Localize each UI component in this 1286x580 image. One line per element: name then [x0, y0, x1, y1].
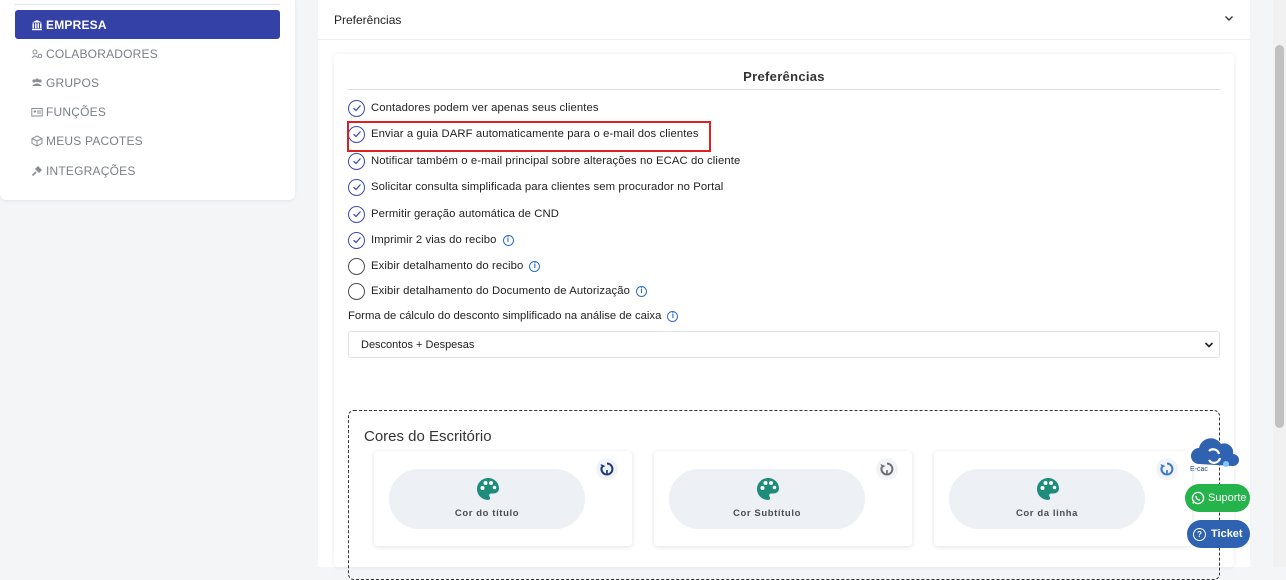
info-icon[interactable]: i — [636, 285, 648, 297]
checkbox-checked-icon[interactable] — [348, 231, 365, 249]
bank-icon — [30, 18, 43, 31]
checkbox-checked-icon[interactable] — [348, 99, 365, 117]
sidebar-item-colaboradores[interactable]: COLABORADORES — [15, 39, 280, 68]
suporte-label: Suporte — [1208, 492, 1247, 504]
sidebar-item-meus-pacotes[interactable]: MEUS PACOTES — [15, 126, 280, 155]
sidebar-item-label: MEUS PACOTES — [46, 133, 143, 148]
option-detalhamento-autorizacao[interactable]: Exibir detalhamento do Documento de Auto… — [348, 281, 648, 301]
panel-divider — [348, 89, 1220, 90]
sidebar-item-label: COLABORADORES — [46, 46, 158, 61]
color-card-title: Cor do título — [374, 451, 632, 546]
calc-method-label: Forma de cálculo do desconto simplificad… — [348, 310, 679, 322]
sidebar-item-label: EMPRESA — [46, 17, 107, 32]
checkbox-unchecked-icon[interactable] — [348, 257, 365, 275]
office-colors-title: Cores do Escritório — [364, 428, 492, 445]
office-colors-section: Cores do Escritório Cor do título Cor Su… — [348, 410, 1220, 580]
calc-method-value: Descontos + Despesas — [361, 338, 475, 351]
color-picker-subtitle[interactable]: Cor Subtítulo — [669, 469, 865, 529]
ecac-label: E-cac — [1190, 466, 1208, 473]
calc-method-text: Forma de cálculo do desconto simplificad… — [348, 310, 662, 322]
checkbox-unchecked-icon[interactable] — [348, 282, 365, 300]
box-icon — [30, 134, 43, 147]
sidebar-item-label: INTEGRAÇÕES — [46, 163, 136, 178]
info-icon[interactable]: i — [529, 260, 541, 272]
option-label: Contadores podem ver apenas seus cliente… — [371, 102, 599, 114]
option-geracao-cnd[interactable]: Permitir geração automática de CND — [348, 204, 559, 224]
sidebar-item-label: FUNÇÕES — [46, 104, 107, 119]
color-card-subtitle: Cor Subtítulo — [654, 451, 912, 546]
color-label: Cor Subtítulo — [733, 508, 801, 519]
accordion-header-preferencias[interactable]: Preferências — [318, 0, 1250, 40]
reset-color-button[interactable] — [596, 458, 618, 480]
users-cog-icon — [30, 47, 43, 60]
sidebar-item-funcoes[interactable]: FUNÇÕES — [15, 97, 280, 126]
option-label: Exibir detalhamento do Documento de Auto… — [371, 285, 631, 297]
color-picker-line[interactable]: Cor da linha — [949, 469, 1145, 529]
help-icon: ? — [1193, 527, 1206, 541]
reset-icon — [1160, 462, 1174, 476]
option-label: Notificar também o e-mail principal sobr… — [371, 155, 741, 167]
reset-color-button[interactable] — [876, 458, 898, 480]
checkbox-checked-icon[interactable] — [348, 178, 365, 196]
info-icon[interactable]: i — [502, 234, 514, 246]
color-card-line: Cor da linha — [934, 451, 1192, 546]
sidebar-item-grupos[interactable]: GRUPOS — [15, 68, 280, 97]
palette-icon — [1037, 478, 1059, 500]
sidebar-item-label: GRUPOS — [46, 75, 100, 90]
option-notificar-ecac[interactable]: Notificar também o e-mail principal sobr… — [348, 151, 740, 171]
id-card-icon — [30, 105, 43, 118]
reset-icon — [880, 462, 894, 476]
option-label: Permitir geração automática de CND — [371, 208, 559, 220]
chevron-down-icon — [1204, 342, 1214, 348]
option-detalhamento-recibo[interactable]: Exibir detalhamento do recibo i — [348, 256, 541, 276]
info-icon[interactable]: i — [667, 310, 679, 322]
highlight-box — [347, 121, 711, 152]
option-label: Imprimir 2 vias do recibo — [371, 234, 497, 246]
ticket-label: Ticket — [1211, 528, 1243, 540]
sidebar-item-integracoes[interactable]: INTEGRAÇÕES — [15, 156, 280, 185]
option-imprimir-vias[interactable]: Imprimir 2 vias do recibo i — [348, 230, 514, 250]
option-consulta-simplificada[interactable]: Solicitar consulta simplificada para cli… — [348, 177, 723, 197]
whatsapp-icon — [1191, 491, 1205, 505]
calc-method-select[interactable]: Descontos + Despesas — [348, 331, 1220, 358]
option-label: Solicitar consulta simplificada para cli… — [371, 181, 724, 193]
option-label: Exibir detalhamento do recibo — [371, 260, 524, 272]
reset-icon — [600, 462, 614, 476]
color-picker-title[interactable]: Cor do título — [389, 469, 585, 529]
users-icon — [30, 76, 43, 89]
suporte-button[interactable]: Suporte — [1185, 484, 1250, 512]
checkbox-checked-icon[interactable] — [348, 152, 365, 170]
color-label: Cor da linha — [1015, 508, 1079, 519]
sidebar-divider — [14, 4, 280, 5]
sidebar: EMPRESA COLABORADORES GRUPOS FUNÇÕES MEU… — [0, 0, 295, 200]
checkbox-checked-icon[interactable] — [348, 205, 365, 223]
palette-icon — [477, 478, 499, 500]
palette-icon — [757, 478, 779, 500]
sidebar-item-empresa[interactable]: EMPRESA — [15, 10, 280, 39]
accordion-title: Preferências — [334, 12, 402, 27]
ticket-button[interactable]: ? Ticket — [1187, 520, 1250, 548]
option-contadores-clientes[interactable]: Contadores podem ver apenas seus cliente… — [348, 98, 599, 118]
panel-title: Preferências — [743, 69, 825, 84]
main-content: Preferências Preferências Contadores pod… — [318, 0, 1250, 580]
chevron-down-icon[interactable] — [1222, 11, 1236, 25]
color-label: Cor do título — [454, 508, 520, 519]
plug-icon — [30, 164, 43, 177]
scrollbar-thumb[interactable] — [1275, 45, 1284, 428]
reset-color-button[interactable] — [1156, 458, 1178, 480]
